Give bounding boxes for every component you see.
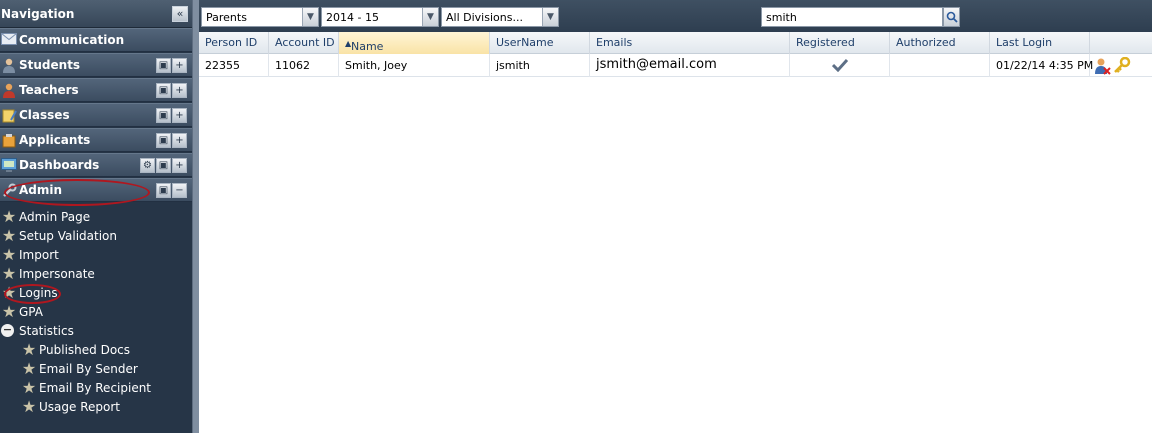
classes-expand-button[interactable]: + — [172, 108, 187, 123]
chevron-down-icon[interactable]: ▼ — [302, 8, 318, 26]
cell-authorized — [890, 54, 990, 77]
star-icon: ★ — [21, 340, 37, 359]
column-header-emails[interactable]: Emails — [590, 32, 790, 54]
nav-section-label: Students — [19, 58, 81, 72]
star-icon: ★ — [1, 245, 17, 264]
nav-section-applicants[interactable]: Applicants ▣ + — [0, 128, 192, 152]
dashboard-icon — [1, 158, 17, 173]
logins-grid: Person ID Account ID Name ▲ UserName Ema… — [199, 32, 1152, 433]
cell-actions — [1090, 54, 1152, 77]
star-icon: ★ — [1, 226, 17, 245]
applicants-options-button[interactable]: ▣ — [156, 133, 171, 148]
classes-icon — [1, 108, 17, 123]
teacher-icon — [1, 83, 17, 98]
navigation-title: Navigation — [1, 7, 75, 21]
dashboards-settings-button[interactable]: ⚙ — [140, 158, 155, 173]
checkmark-icon — [832, 58, 848, 72]
wrench-icon — [1, 183, 17, 198]
column-header-name[interactable]: Name ▲ — [339, 32, 490, 54]
nav-section-label: Communication — [19, 33, 125, 47]
star-icon: ★ — [1, 207, 17, 226]
admin-collapse-button[interactable]: − — [172, 183, 187, 198]
grid-header: Person ID Account ID Name ▲ UserName Ema… — [199, 32, 1152, 54]
applicants-expand-button[interactable]: + — [172, 133, 187, 148]
nav-section-dashboards[interactable]: Dashboards ⚙ ▣ + — [0, 153, 192, 177]
collapse-sidebar-button[interactable]: « — [172, 6, 188, 22]
star-icon: ★ — [21, 378, 37, 397]
classes-options-button[interactable]: ▣ — [156, 108, 171, 123]
column-header-person-id[interactable]: Person ID — [199, 32, 269, 54]
navigation-sidebar: Navigation « Communication Students ▣ + … — [0, 0, 192, 433]
nav-section-label: Teachers — [19, 83, 79, 97]
teachers-options-button[interactable]: ▣ — [156, 83, 171, 98]
cell-email[interactable]: jsmith@email.com — [590, 54, 790, 77]
column-header-registered[interactable]: Registered — [790, 32, 890, 54]
navigation-header: Navigation « — [0, 0, 192, 28]
star-icon: ★ — [21, 359, 37, 378]
admin-options-button[interactable]: ▣ — [156, 183, 171, 198]
cell-person-id: 22355 — [199, 54, 269, 77]
division-select[interactable]: All Divisions... ▼ — [441, 7, 559, 27]
applicants-icon — [1, 133, 17, 148]
filter-toolbar: Parents ▼ 2014 - 15 ▼ All Divisions... ▼ — [199, 0, 1152, 32]
star-icon: ★ — [1, 302, 17, 321]
search-icon — [946, 11, 958, 23]
dashboards-options-button[interactable]: ▣ — [156, 158, 171, 173]
students-options-button[interactable]: ▣ — [156, 58, 171, 73]
school-year-select[interactable]: 2014 - 15 ▼ — [321, 7, 439, 27]
column-header-actions — [1090, 32, 1152, 54]
envelope-icon — [1, 33, 17, 48]
nav-section-communication[interactable]: Communication — [0, 28, 192, 52]
star-icon: ★ — [1, 264, 17, 283]
nav-section-label: Classes — [19, 108, 70, 122]
chevron-down-icon[interactable]: ▼ — [542, 8, 558, 26]
nav-section-label: Dashboards — [19, 158, 100, 172]
sidebar-splitter[interactable] — [192, 0, 199, 433]
star-icon: ★ — [21, 397, 37, 416]
search-button[interactable] — [943, 7, 960, 27]
star-icon: ★ — [1, 283, 17, 302]
column-header-account-id[interactable]: Account ID — [269, 32, 339, 54]
person-type-select[interactable]: Parents ▼ — [201, 7, 319, 27]
cell-account-id: 11062 — [269, 54, 339, 77]
teachers-expand-button[interactable]: + — [172, 83, 187, 98]
student-icon — [1, 58, 17, 73]
cell-registered — [790, 54, 890, 77]
nav-section-classes[interactable]: Classes ▣ + — [0, 103, 192, 127]
nav-section-teachers[interactable]: Teachers ▣ + — [0, 78, 192, 102]
column-header-last-login[interactable]: Last Login — [990, 32, 1090, 54]
students-expand-button[interactable]: + — [172, 58, 187, 73]
table-row[interactable]: 22355 11062 Smith, Joey jsmith jsmith@em… — [199, 54, 1152, 77]
search-input[interactable] — [761, 7, 943, 27]
cell-last-login: 01/22/14 4:35 PM — [990, 54, 1093, 77]
column-header-username[interactable]: UserName — [490, 32, 590, 54]
nav-section-admin[interactable]: Admin ▣ − — [0, 178, 192, 202]
collapse-minus-icon[interactable]: − — [1, 324, 14, 337]
cell-username: jsmith — [490, 54, 590, 77]
dashboards-expand-button[interactable]: + — [172, 158, 187, 173]
chevron-down-icon[interactable]: ▼ — [422, 8, 438, 26]
column-header-authorized[interactable]: Authorized — [890, 32, 990, 54]
cell-name: Smith, Joey — [339, 54, 490, 77]
impersonate-user-icon[interactable] — [1093, 57, 1111, 75]
nav-section-label: Applicants — [19, 133, 91, 147]
nav-section-students[interactable]: Students ▣ + — [0, 53, 192, 77]
key-icon[interactable] — [1113, 57, 1131, 75]
nav-section-label: Admin — [19, 183, 63, 197]
